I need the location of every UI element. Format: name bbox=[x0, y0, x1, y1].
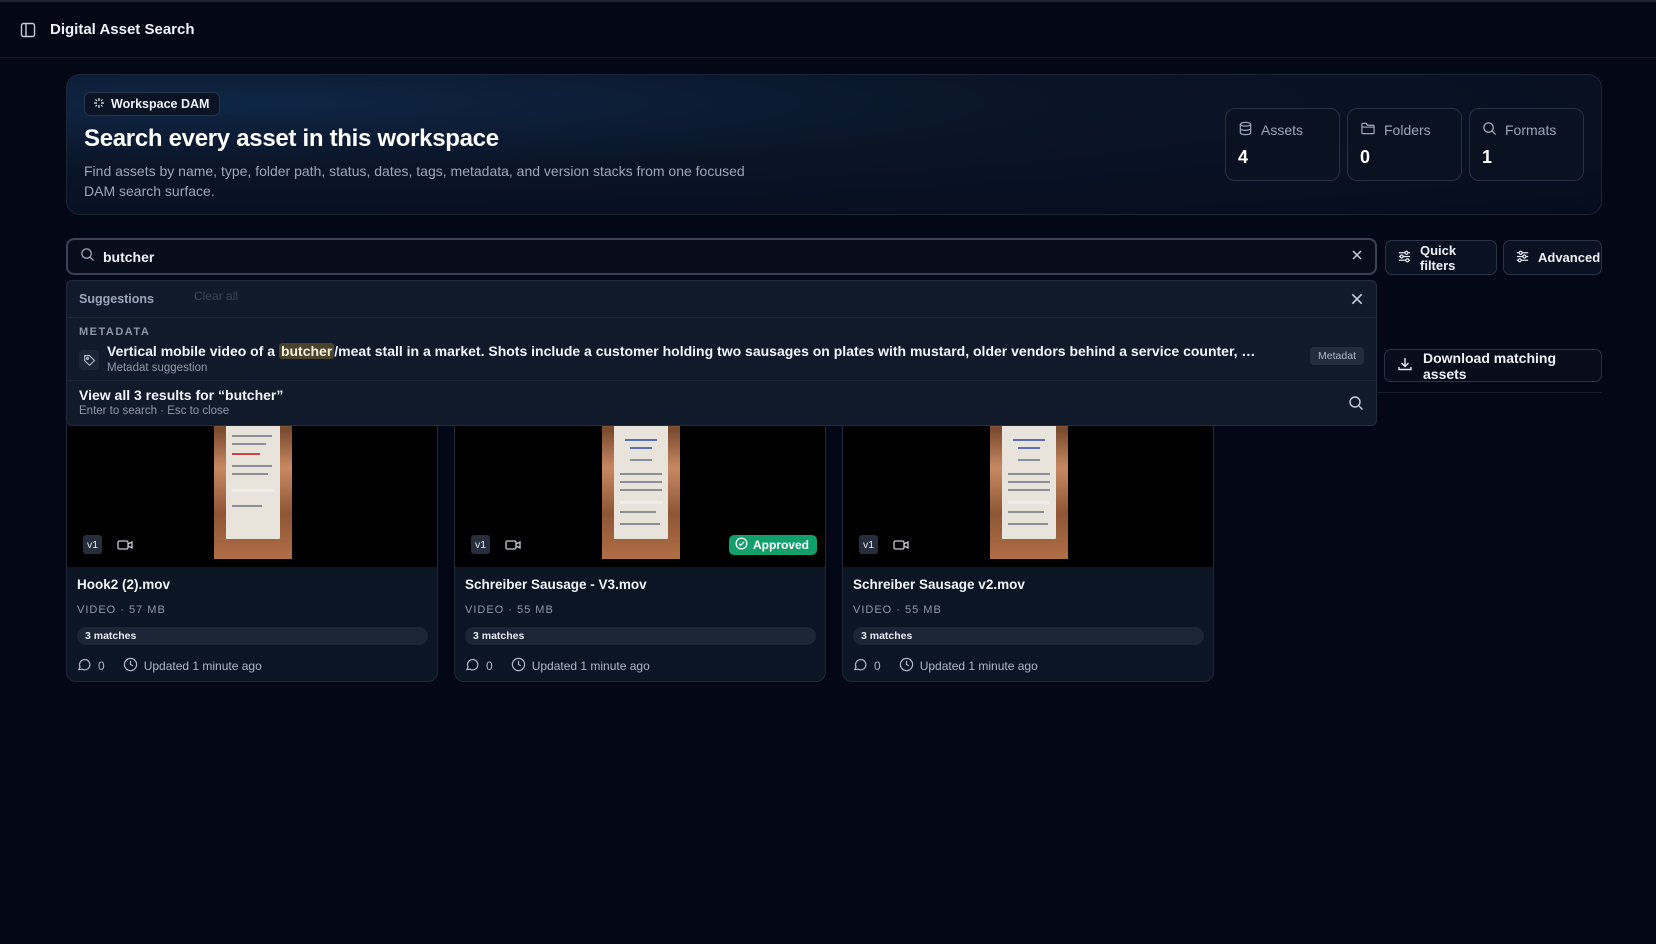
comment-icon bbox=[77, 657, 92, 675]
asset-card[interactable]: v1 Schreiber Sausage v2.mov VIDEO · 55 M… bbox=[842, 416, 1214, 682]
view-all-label: View all 3 results for “butcher” bbox=[79, 387, 284, 403]
comment-icon bbox=[465, 657, 480, 675]
matches-badge: 3 matches bbox=[853, 627, 1204, 645]
check-circle-icon bbox=[735, 537, 748, 553]
advanced-label: Advanced bbox=[1538, 250, 1601, 265]
sliders-icon bbox=[1397, 249, 1412, 267]
suggestion-type-badge: Metadat bbox=[1310, 347, 1364, 365]
asset-name[interactable]: Hook2 (2).mov bbox=[77, 577, 170, 592]
asset-footer: 0 Updated 1 minute ago bbox=[853, 657, 1038, 675]
sliders-icon bbox=[1515, 249, 1530, 267]
asset-name[interactable]: Schreiber Sausage v2.mov bbox=[853, 577, 1025, 592]
matches-badge: 3 matches bbox=[77, 627, 428, 645]
search-icon bbox=[1482, 121, 1497, 139]
suggestion-highlight: butcher bbox=[278, 343, 335, 359]
stat-folders: Folders 0 bbox=[1347, 108, 1462, 181]
download-label: Download matching assets bbox=[1423, 349, 1556, 382]
search-icon bbox=[80, 247, 95, 267]
suggestion-suffix: /meat stall in a market. Shots include a… bbox=[334, 343, 1257, 359]
download-icon bbox=[1397, 356, 1413, 375]
matches-badge: 3 matches bbox=[465, 627, 816, 645]
page-description: Find assets by name, type, folder path, … bbox=[84, 163, 745, 199]
suggestion-prefix: Vertical mobile video of a bbox=[107, 343, 279, 359]
comment-count: 0 bbox=[486, 659, 493, 673]
asset-meta: VIDEO · 55 MB bbox=[853, 604, 942, 616]
updated-text: Updated 1 minute ago bbox=[531, 659, 650, 673]
stat-value: 4 bbox=[1238, 147, 1249, 167]
stat-assets: Assets 4 bbox=[1225, 108, 1340, 181]
quick-filters-button[interactable]: Quick filters bbox=[1385, 240, 1497, 275]
version-chip: v1 bbox=[859, 535, 879, 554]
folder-icon bbox=[1360, 121, 1376, 139]
suggestion-subtitle: Metadat suggestion bbox=[107, 362, 208, 374]
clock-icon bbox=[899, 657, 914, 675]
asset-meta: VIDEO · 57 MB bbox=[77, 604, 166, 616]
view-all-results[interactable]: View all 3 results for “butcher” Enter t… bbox=[67, 380, 1376, 425]
advanced-button[interactable]: Advanced bbox=[1503, 240, 1602, 275]
version-chip: v1 bbox=[83, 535, 103, 554]
quick-filters-label: Quick filters bbox=[1420, 242, 1457, 273]
database-icon bbox=[1238, 121, 1253, 139]
comment-count: 0 bbox=[98, 659, 105, 673]
comment-icon bbox=[853, 657, 868, 675]
suggestion-text: Vertical mobile video of a butcher/meat … bbox=[107, 342, 1257, 361]
stat-formats: Formats 1 bbox=[1469, 108, 1584, 181]
suggestion-item[interactable]: Vertical mobile video of a butcher/meat … bbox=[67, 338, 1376, 380]
suggestions-dropdown: Suggestions Clear all METADATA Vertical … bbox=[66, 280, 1377, 426]
clock-icon bbox=[123, 657, 138, 675]
app-title: Digital Asset Search bbox=[50, 21, 195, 38]
updated-text: Updated 1 minute ago bbox=[919, 659, 1038, 673]
asset-card[interactable]: v1 Hook2 (2).mov VIDEO · 57 MB 3 matches… bbox=[66, 416, 438, 682]
comment-count: 0 bbox=[874, 659, 881, 673]
top-bar: Digital Asset Search bbox=[0, 0, 1656, 58]
status-label: Approved bbox=[752, 538, 809, 552]
updated-text: Updated 1 minute ago bbox=[143, 659, 262, 673]
clear-search-icon[interactable] bbox=[1351, 248, 1363, 266]
video-icon bbox=[893, 538, 909, 552]
stat-label: Folders bbox=[1384, 122, 1431, 138]
asset-footer: 0 Updated 1 minute ago bbox=[465, 657, 650, 675]
asset-footer: 0 Updated 1 minute ago bbox=[77, 657, 262, 675]
video-icon bbox=[505, 538, 521, 552]
suggestions-title: Suggestions bbox=[79, 292, 155, 306]
stat-label: Formats bbox=[1505, 122, 1557, 138]
clock-icon bbox=[511, 657, 526, 675]
workspace-badge: Workspace DAM bbox=[84, 92, 221, 116]
page-title: Search every asset in this workspace bbox=[84, 125, 499, 152]
keyboard-hint: Enter to search · Esc to close bbox=[79, 405, 230, 417]
asset-meta: VIDEO · 55 MB bbox=[465, 604, 554, 616]
search-bar bbox=[66, 238, 1377, 275]
suggestions-header: Suggestions Clear all bbox=[67, 281, 1376, 318]
close-icon[interactable] bbox=[1350, 292, 1364, 306]
workspace-badge-label: Workspace DAM bbox=[111, 97, 210, 111]
clear-all-link[interactable]: Clear all bbox=[194, 289, 238, 303]
tag-icon bbox=[79, 350, 99, 370]
search-icon bbox=[1348, 395, 1364, 411]
status-badge: Approved bbox=[728, 535, 817, 555]
search-input[interactable] bbox=[103, 248, 1351, 265]
section-heading-metadata: METADATA bbox=[79, 326, 151, 338]
version-chip: v1 bbox=[471, 535, 491, 554]
stat-value: 0 bbox=[1360, 147, 1371, 167]
stat-label: Assets bbox=[1261, 122, 1304, 138]
asset-card[interactable]: v1 Approved Schreiber Sausage - V3.mov V… bbox=[454, 416, 826, 682]
asset-name[interactable]: Schreiber Sausage - V3.mov bbox=[465, 577, 647, 592]
stat-value: 1 bbox=[1482, 147, 1493, 167]
hero-panel: Workspace DAM Search every asset in this… bbox=[66, 74, 1602, 215]
sidebar-toggle-icon[interactable] bbox=[20, 22, 36, 38]
video-icon bbox=[117, 538, 133, 552]
download-matching-button[interactable]: Download matching assets bbox=[1384, 349, 1602, 382]
sparkle-icon bbox=[93, 97, 105, 112]
